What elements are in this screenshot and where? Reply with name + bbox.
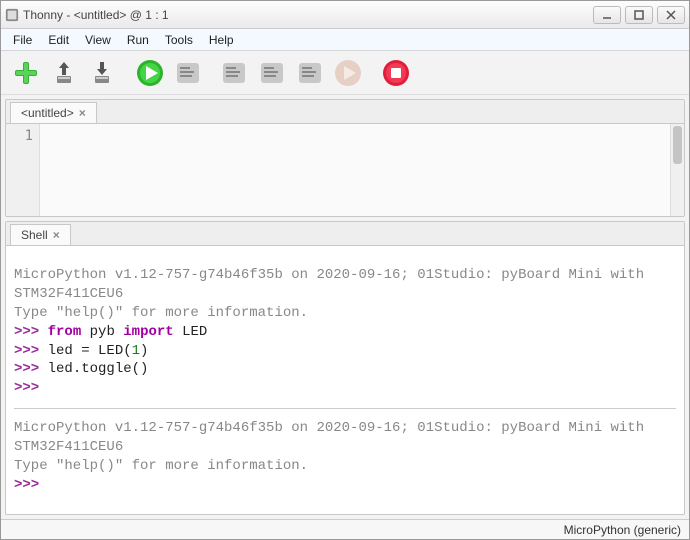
- content-area: <untitled> × 1 Shell × Micr: [1, 95, 689, 519]
- stop-button[interactable]: [379, 56, 413, 90]
- step-into-button[interactable]: [255, 56, 289, 90]
- open-file-button[interactable]: [47, 56, 81, 90]
- shell-panel: Shell × MicroPython v1.12-757-g74b46f35b…: [5, 221, 685, 515]
- close-icon[interactable]: ×: [53, 228, 60, 242]
- debug-button[interactable]: [171, 56, 205, 90]
- editor-tabs: <untitled> ×: [6, 100, 684, 124]
- shell-line: >>> from pyb import LED: [14, 323, 676, 342]
- shell-line: >>>: [14, 379, 676, 398]
- minimize-button[interactable]: [593, 6, 621, 24]
- close-icon[interactable]: ×: [79, 106, 86, 120]
- statusbar: MicroPython (generic): [1, 519, 689, 539]
- menu-edit[interactable]: Edit: [40, 31, 77, 49]
- close-button[interactable]: [657, 6, 685, 24]
- editor-scrollbar[interactable]: [670, 124, 684, 216]
- shell-line: >>> led.toggle(): [14, 360, 676, 379]
- editor-body[interactable]: 1: [6, 124, 684, 216]
- menu-help[interactable]: Help: [201, 31, 242, 49]
- editor-tab-untitled[interactable]: <untitled> ×: [10, 102, 97, 123]
- menu-file[interactable]: File: [5, 31, 40, 49]
- run-button[interactable]: [133, 56, 167, 90]
- editor-panel: <untitled> × 1: [5, 99, 685, 217]
- shell-banner-line: MicroPython v1.12-757-g74b46f35b on 2020…: [14, 419, 676, 457]
- resume-button[interactable]: [331, 56, 365, 90]
- shell-line: >>> led = LED(1): [14, 342, 676, 361]
- titlebar: Thonny - <untitled> @ 1 : 1: [1, 1, 689, 29]
- editor-tab-label: <untitled>: [21, 106, 74, 120]
- shell-output[interactable]: MicroPython v1.12-757-g74b46f35b on 2020…: [6, 246, 684, 514]
- window-title: Thonny - <untitled> @ 1 : 1: [23, 8, 589, 22]
- shell-tabs: Shell ×: [6, 222, 684, 246]
- shell-divider: [14, 408, 676, 409]
- shell-prompt-line[interactable]: >>>: [14, 476, 676, 495]
- save-file-button[interactable]: [85, 56, 119, 90]
- menu-run[interactable]: Run: [119, 31, 157, 49]
- step-out-button[interactable]: [293, 56, 327, 90]
- maximize-button[interactable]: [625, 6, 653, 24]
- shell-tab[interactable]: Shell ×: [10, 224, 71, 245]
- app-window: Thonny - <untitled> @ 1 : 1 File Edit Vi…: [0, 0, 690, 540]
- menu-view[interactable]: View: [77, 31, 119, 49]
- editor-gutter: 1: [6, 124, 40, 216]
- new-file-button[interactable]: [9, 56, 43, 90]
- menubar: File Edit View Run Tools Help: [1, 29, 689, 51]
- shell-tab-label: Shell: [21, 228, 48, 242]
- interpreter-label[interactable]: MicroPython (generic): [564, 523, 681, 537]
- toolbar: [1, 51, 689, 95]
- shell-banner-line: Type "help()" for more information.: [14, 304, 676, 323]
- shell-banner-line: MicroPython v1.12-757-g74b46f35b on 2020…: [14, 266, 676, 304]
- app-icon: [5, 8, 19, 22]
- editor-textarea[interactable]: [40, 124, 684, 216]
- menu-tools[interactable]: Tools: [157, 31, 201, 49]
- shell-banner-line: Type "help()" for more information.: [14, 457, 676, 476]
- gutter-line-1: 1: [6, 128, 33, 144]
- step-over-button[interactable]: [217, 56, 251, 90]
